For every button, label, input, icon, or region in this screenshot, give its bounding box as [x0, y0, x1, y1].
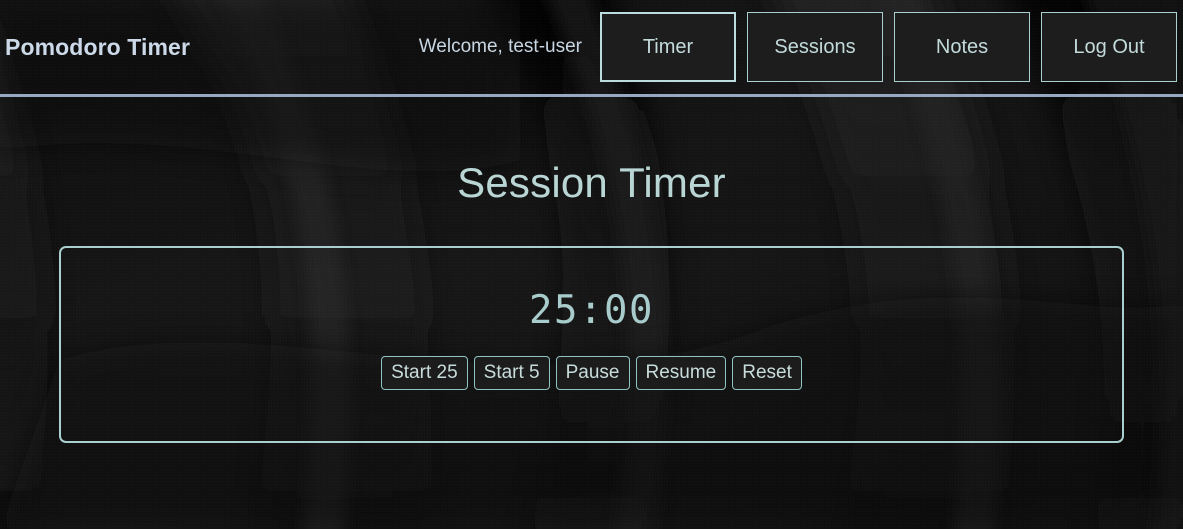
- pause-button[interactable]: Pause: [555, 356, 630, 390]
- reset-button[interactable]: Reset: [732, 356, 802, 390]
- page-title: Session Timer: [457, 159, 726, 206]
- resume-button[interactable]: Resume: [635, 356, 727, 390]
- timer-display: 25:00: [529, 288, 654, 333]
- timer-card: 25:00 Start 25 Start 5 Pause Resume Rese…: [59, 246, 1124, 443]
- app-root: Pomodoro Timer Welcome, test-user Timer …: [0, 0, 1183, 529]
- start-25-button[interactable]: Start 25: [381, 356, 468, 390]
- main-navigation: Timer Sessions Notes Log Out: [600, 12, 1177, 82]
- nav-button-sessions[interactable]: Sessions: [747, 12, 883, 82]
- header-right-group: Welcome, test-user Timer Sessions Notes …: [419, 12, 1177, 82]
- main-content: Session Timer 25:00 Start 25 Start 5 Pau…: [0, 159, 1183, 443]
- nav-button-timer[interactable]: Timer: [600, 12, 736, 82]
- nav-button-notes[interactable]: Notes: [894, 12, 1030, 82]
- site-header: Pomodoro Timer Welcome, test-user Timer …: [0, 0, 1183, 97]
- timer-controls: Start 25 Start 5 Pause Resume Reset: [381, 356, 802, 390]
- brand-title: Pomodoro Timer: [5, 33, 190, 60]
- nav-button-log-out[interactable]: Log Out: [1041, 12, 1177, 82]
- start-5-button[interactable]: Start 5: [473, 356, 550, 390]
- welcome-message: Welcome, test-user: [418, 36, 582, 57]
